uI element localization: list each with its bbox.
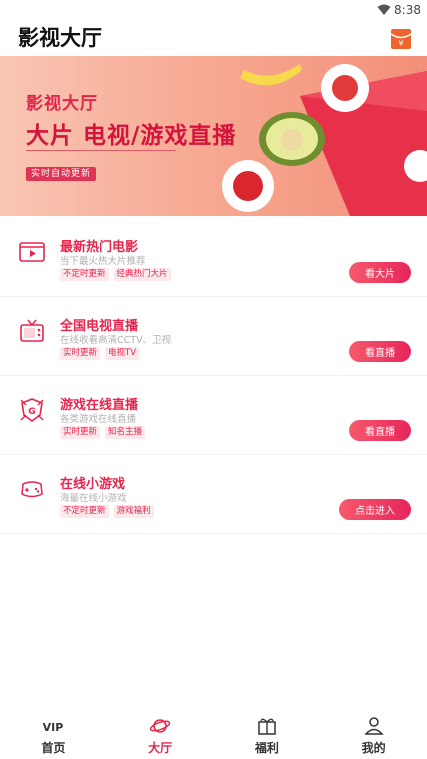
tab-label: 大厅 (148, 741, 173, 755)
tag: 不定时更新 (60, 268, 109, 281)
item-subtitle: 各类游戏在线直播 (60, 414, 137, 425)
game-shield-icon: G (20, 398, 44, 422)
item-tags: 实时更新 电视TV (60, 347, 140, 360)
film-icon (19, 242, 45, 262)
watch-movies-button[interactable]: 看大片 (349, 262, 411, 283)
tag: 实时更新 (60, 347, 101, 360)
tab-label: 我的 (361, 741, 386, 755)
tab-welfare[interactable]: 福利 (214, 707, 321, 759)
tag: 实时更新 (60, 426, 101, 439)
tag: 经典热门大片 (113, 268, 171, 281)
tv-icon (20, 319, 44, 342)
svg-text:G: G (28, 407, 35, 417)
tag: 知名主播 (105, 426, 146, 439)
tab-label: 福利 (254, 741, 279, 755)
app-header: 影视大厅 ¥ (0, 20, 427, 56)
list-item-tv[interactable]: 全国电视直播 在线收看高清CCTV、卫视 实时更新 电视TV 看直播 (0, 297, 427, 376)
item-subtitle: 当下最火热大片推荐 (60, 256, 146, 267)
page-title: 影视大厅 (18, 26, 102, 50)
tab-home[interactable]: VIP 首页 (0, 707, 107, 759)
banner-slogan: 大片 电视/游戏直播 (26, 123, 237, 149)
planet-icon (149, 719, 171, 733)
item-tags: 实时更新 知名主播 (60, 426, 146, 439)
item-tags: 不定时更新 游戏福利 (60, 505, 154, 518)
tag: 游戏福利 (113, 505, 154, 518)
status-time: 8:38 (394, 3, 421, 17)
gift-icon (258, 718, 276, 735)
watch-tv-button[interactable]: 看直播 (349, 341, 411, 362)
red-envelope-icon[interactable]: ¥ (390, 28, 412, 50)
gamepad-icon (21, 481, 43, 498)
vip-icon: VIP (43, 721, 64, 734)
item-subtitle: 海量在线小游戏 (60, 493, 127, 504)
tab-mine[interactable]: 我的 (320, 707, 427, 759)
bottom-tab-bar: VIP 首页 大厅 福利 我的 (0, 707, 427, 759)
banner-tag: 实时自动更新 (26, 167, 97, 181)
item-tags: 不定时更新 经典热门大片 (60, 268, 171, 281)
wifi-icon (377, 4, 391, 15)
person-icon (363, 717, 384, 735)
svg-text:¥: ¥ (398, 39, 403, 48)
list-item-game-live[interactable]: G 游戏在线直播 各类游戏在线直播 实时更新 知名主播 看直播 (0, 376, 427, 455)
watch-game-live-button[interactable]: 看直播 (349, 420, 411, 441)
list-item-mini-games[interactable]: 在线小游戏 海量在线小游戏 不定时更新 游戏福利 点击进入 (0, 455, 427, 534)
item-subtitle: 在线收看高清CCTV、卫视 (60, 335, 172, 346)
category-list: 最新热门电影 当下最火热大片推荐 不定时更新 经典热门大片 看大片 全国电视直播… (0, 218, 427, 534)
banner-divider (26, 150, 176, 151)
promo-banner[interactable]: 影视大厅 大片 电视/游戏直播 实时自动更新 (0, 56, 427, 216)
status-bar: 8:38 (0, 0, 427, 20)
enter-mini-games-button[interactable]: 点击进入 (339, 499, 411, 520)
list-item-movies[interactable]: 最新热门电影 当下最火热大片推荐 不定时更新 经典热门大片 看大片 (0, 218, 427, 297)
svg-text:VIP: VIP (43, 721, 64, 734)
tag: 不定时更新 (60, 505, 109, 518)
tab-label: 首页 (41, 741, 66, 755)
banner-title: 影视大厅 (26, 94, 98, 114)
tag: 电视TV (105, 347, 140, 360)
tab-hall[interactable]: 大厅 (107, 707, 214, 759)
